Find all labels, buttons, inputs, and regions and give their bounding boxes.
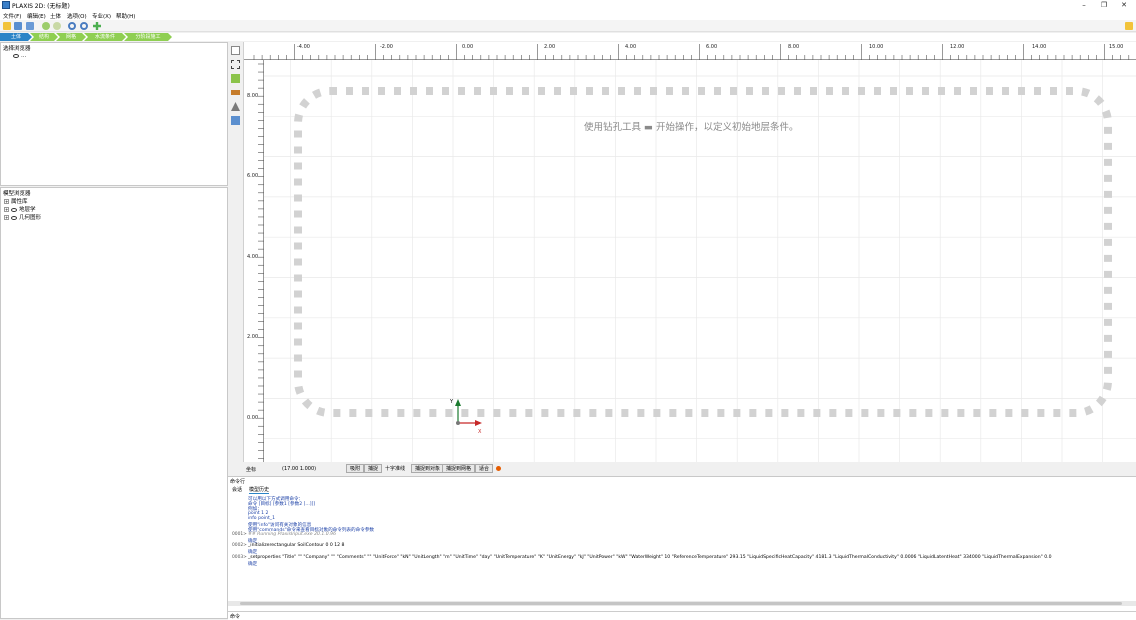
tab-structures[interactable]: 结构 bbox=[30, 33, 58, 41]
menu-help[interactable]: 帮助(H) bbox=[116, 12, 135, 20]
multi-select-icon[interactable] bbox=[231, 60, 240, 69]
visibility-eye-icon[interactable] bbox=[11, 207, 17, 212]
command-panel-title: 命令行 bbox=[230, 479, 246, 485]
menu-options[interactable]: 选项(O) bbox=[67, 12, 87, 20]
model-explorer-title: 模型浏览器 bbox=[3, 191, 31, 197]
snap-to-object-toggle[interactable]: 捕捉到对象 bbox=[411, 464, 445, 473]
x-tick-label: 4.00 bbox=[625, 44, 637, 50]
redo-icon[interactable] bbox=[53, 22, 61, 30]
expand-icon[interactable]: + bbox=[4, 199, 9, 204]
command-log-line: _setproperties "Title" "" "Company" "" "… bbox=[248, 554, 1052, 560]
menu-soil[interactable]: 土体 bbox=[50, 12, 61, 20]
menu-file[interactable]: 文件(F) bbox=[3, 12, 21, 20]
selection-explorer-title: 选择浏览器 bbox=[3, 46, 31, 52]
status-bar: 坐标 (17.00 1.000) 吸附 捕捉 十字准线 捕捉到对象 捕捉到网格 … bbox=[244, 463, 1136, 475]
tree-item-geometry[interactable]: + 几何图形 bbox=[4, 213, 41, 221]
x-tick-label: -2.00 bbox=[380, 44, 393, 50]
plaxis-app-icon bbox=[2, 1, 10, 9]
coord-readout: (17.00 1.000) bbox=[282, 466, 317, 472]
y-tick-label: 2.00 bbox=[247, 334, 259, 340]
command-input[interactable] bbox=[248, 613, 1120, 619]
selection-explorer-item[interactable]: ... bbox=[13, 53, 26, 59]
horizontal-scrollbar[interactable] bbox=[228, 601, 1136, 606]
zoom-in-icon[interactable] bbox=[68, 22, 76, 30]
menu-edit[interactable]: 编辑(E) bbox=[27, 12, 46, 20]
crosshair-toggle[interactable]: 十字准线 bbox=[381, 464, 409, 473]
command-log-line: _initializerectangular SoilContour 0 0 1… bbox=[248, 543, 345, 549]
vertical-ruler: 8.00 6.00 4.00 2.00 0.00 bbox=[244, 60, 264, 462]
y-tick-label: 0.00 bbox=[247, 415, 259, 421]
mode-tabs: 土体 结构 网格 水流条件 分阶段施工 bbox=[0, 33, 1136, 41]
open-project-icon[interactable] bbox=[14, 22, 22, 30]
command-panel: 命令行 会话 模型历史 可以用以下方式调用命令： 命令 [目标] [参数1 [参… bbox=[228, 476, 1136, 620]
new-project-icon[interactable] bbox=[3, 22, 11, 30]
soil-layer-icon[interactable] bbox=[231, 74, 240, 83]
undo-icon[interactable] bbox=[42, 22, 50, 30]
x-tick-label: 0.00 bbox=[462, 44, 474, 50]
coord-label: 坐标 bbox=[246, 467, 257, 473]
toolbar bbox=[0, 20, 1136, 32]
horizontal-ruler: -4.00 -2.00 0.00 2.00 4.00 6.00 8.00 10.00 12.00… bbox=[244, 42, 1136, 60]
x-tick-label: 14.00 bbox=[1032, 44, 1047, 50]
tab-soil[interactable]: 土体 bbox=[0, 33, 32, 41]
record-icon[interactable] bbox=[496, 466, 501, 471]
tab-staged-construction[interactable]: 分阶段施工 bbox=[124, 33, 172, 41]
capture-toggle[interactable]: 捕捉 bbox=[364, 464, 383, 473]
canvas-hint: 使用钻孔工具 ▬ 开始操作，以定义初始地层条件。 bbox=[584, 122, 799, 133]
menu-bar: 文件(F) 编辑(E) 土体 选项(O) 专业(X) 帮助(H) bbox=[0, 11, 1136, 20]
x-tick-label: -4.00 bbox=[297, 44, 310, 50]
fit-button[interactable]: 适合 bbox=[475, 464, 494, 473]
tree-item-materials[interactable]: + 属性库 bbox=[4, 197, 28, 205]
x-tick-label: 8.00 bbox=[788, 44, 800, 50]
window-title: PLAXIS 2D: (无标题) bbox=[12, 3, 70, 10]
visibility-eye-icon[interactable] bbox=[13, 53, 19, 58]
close-button[interactable]: ✕ bbox=[1114, 0, 1134, 10]
water-level-icon[interactable] bbox=[231, 102, 240, 111]
command-line-number: 0001> bbox=[232, 531, 247, 537]
table-icon[interactable] bbox=[231, 116, 240, 125]
x-tick-label: 15.00 bbox=[1109, 44, 1124, 50]
tab-model-history[interactable]: 模型历史 bbox=[249, 486, 270, 494]
x-tick-label: 12.00 bbox=[950, 44, 965, 50]
command-line-number: 0003> bbox=[232, 554, 247, 560]
y-tick-label: 8.00 bbox=[247, 93, 259, 99]
minimize-button[interactable]: – bbox=[1074, 0, 1094, 10]
save-project-icon[interactable] bbox=[26, 22, 34, 30]
y-tick-label: 6.00 bbox=[247, 173, 259, 179]
x-tick-label: 2.00 bbox=[544, 44, 556, 50]
tab-flow-conditions[interactable]: 水流条件 bbox=[84, 33, 126, 41]
model-explorer: 模型浏览器 + 属性库 + 地层学 + 几何图形 bbox=[0, 187, 228, 619]
x-tick-label: 10.00 bbox=[869, 44, 884, 50]
selection-explorer: 选择浏览器 ... bbox=[0, 42, 228, 186]
borehole-icon[interactable] bbox=[231, 90, 240, 95]
command-log-line: 确定 bbox=[248, 561, 258, 567]
y-axis-label: Y bbox=[450, 399, 454, 405]
side-toolbar bbox=[228, 42, 244, 462]
snap-toggle[interactable]: 吸附 bbox=[346, 464, 365, 473]
drawing-area[interactable]: Y X 使用钻孔工具 ▬ 开始操作，以定义初始地层条件。 bbox=[264, 60, 1136, 462]
y-tick-label: 4.00 bbox=[247, 254, 259, 260]
snap-to-grid-toggle[interactable]: 捕捉到网格 bbox=[442, 464, 476, 473]
menu-expert[interactable]: 专业(X) bbox=[92, 12, 111, 20]
expand-icon[interactable]: + bbox=[4, 207, 9, 212]
tab-session[interactable]: 会话 bbox=[232, 486, 242, 493]
expand-icon[interactable]: + bbox=[4, 215, 9, 220]
restore-button[interactable]: ❐ bbox=[1094, 0, 1114, 10]
pan-icon[interactable] bbox=[93, 22, 101, 30]
zoom-out-icon[interactable] bbox=[80, 22, 88, 30]
title-bar: PLAXIS 2D: (无标题) – ❐ ✕ bbox=[0, 0, 1136, 11]
soil-contour bbox=[294, 87, 1112, 417]
notification-icon[interactable] bbox=[1125, 22, 1133, 30]
visibility-eye-icon[interactable] bbox=[11, 215, 17, 220]
select-icon[interactable] bbox=[231, 46, 240, 55]
command-line-number: 0002> bbox=[232, 543, 247, 549]
tree-item-stratigraphy[interactable]: + 地层学 bbox=[4, 205, 36, 213]
x-tick-label: 6.00 bbox=[706, 44, 718, 50]
tab-mesh[interactable]: 网格 bbox=[56, 33, 86, 41]
x-axis-label: X bbox=[478, 429, 482, 435]
command-log-line: ## Running PlaxisInput.exe 20.1.0.96 bbox=[248, 531, 337, 537]
scrollbar-thumb[interactable] bbox=[240, 602, 1122, 605]
